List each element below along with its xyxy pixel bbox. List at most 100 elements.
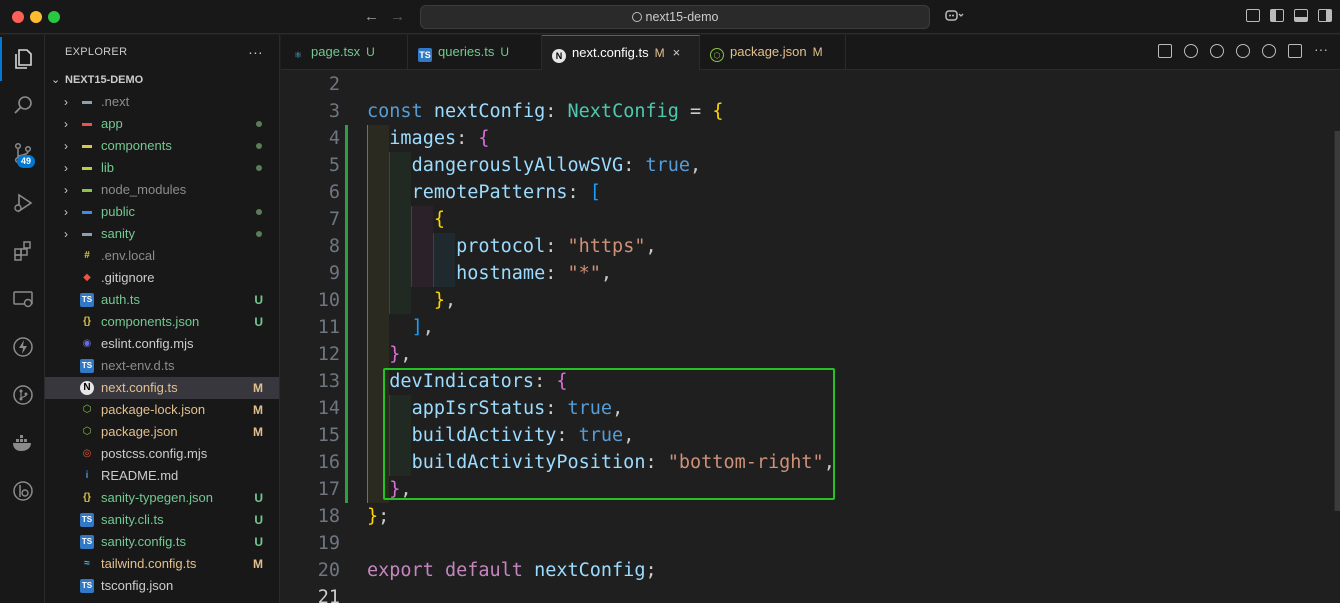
docker-icon[interactable] (0, 421, 45, 465)
workspace-root[interactable]: ⌄ NEXT15-DEMO (45, 69, 279, 91)
toggle-primary-sidebar-icon[interactable] (1270, 9, 1284, 22)
git-previous-change-icon[interactable] (1184, 44, 1198, 58)
git-status-badge: U (254, 315, 263, 329)
code-line[interactable]: 7 { (281, 206, 1340, 233)
git-graph-icon[interactable] (0, 373, 45, 417)
editor-tab-bar: ⚛ page.tsx U TS queries.ts U Nnext.config.ts… (281, 35, 1340, 70)
file-item[interactable]: TS auth.ts U (45, 289, 279, 311)
folder-item[interactable]: › ▬ components (45, 135, 279, 157)
code-line[interactable]: 10 }, (281, 287, 1340, 314)
folder-item[interactable]: › ▬ lib (45, 157, 279, 179)
file-item[interactable]: # .env.local (45, 245, 279, 267)
next-icon: N (552, 49, 566, 63)
code-text: dangerouslyAllowSVG: true, (367, 152, 702, 179)
file-item[interactable]: ◆ .gitignore (45, 267, 279, 289)
command-center-search[interactable]: next15-demo (420, 5, 930, 29)
chevron-right-icon: › (64, 117, 68, 131)
file-item[interactable]: {} components.json U (45, 311, 279, 333)
file-item[interactable]: ◎ postcss.config.mjs (45, 443, 279, 465)
code-line[interactable]: 3 const nextConfig: NextConfig = { (281, 98, 1340, 125)
file-item[interactable]: ≈ tailwind.config.ts M (45, 553, 279, 575)
line-number: 12 (317, 344, 340, 365)
git-next-change-icon[interactable] (1236, 44, 1250, 58)
git-commit-icon[interactable] (1210, 44, 1224, 58)
more-actions-icon[interactable]: ··· (1314, 42, 1328, 58)
file-name: package.json (101, 424, 178, 439)
workspace-name: NEXT15-DEMO (65, 74, 144, 86)
tab-next-config-ts[interactable]: Nnext.config.ts M × (542, 35, 700, 70)
folder-item[interactable]: › ▬ app (45, 113, 279, 135)
react-icon: ⚛ (293, 50, 303, 60)
code-line[interactable]: 5 dangerouslyAllowSVG: true, (281, 152, 1340, 179)
ts-icon: TS (80, 293, 94, 307)
file-item[interactable]: Nnext.config.ts M (45, 377, 279, 399)
code-editor[interactable]: 2 3 const nextConfig: NextConfig = {4 imag… (281, 71, 1340, 603)
forward-arrow-icon[interactable]: → (390, 8, 405, 25)
code-line[interactable]: 8 protocol: "https", (281, 233, 1340, 260)
code-line[interactable]: 18}; (281, 503, 1340, 530)
gitlens-icon[interactable] (0, 469, 45, 513)
file-item[interactable]: TS sanity.config.ts U (45, 531, 279, 553)
run-debug-icon[interactable] (0, 181, 45, 225)
json-icon: {} (83, 316, 91, 327)
folder-item[interactable]: › ▬ node_modules (45, 179, 279, 201)
code-line[interactable]: 9 hostname: "*", (281, 260, 1340, 287)
git-status-dot (256, 231, 262, 237)
explorer-icon[interactable] (0, 37, 45, 81)
file-item[interactable]: {} sanity-typegen.json U (45, 487, 279, 509)
split-editor-icon[interactable] (1288, 44, 1302, 58)
code-token: , (400, 344, 412, 365)
more-actions-button[interactable]: ··· (248, 35, 263, 69)
folder-item[interactable]: › ▬ .next (45, 91, 279, 113)
code-line[interactable]: 20 export default nextConfig; (281, 557, 1340, 584)
code-token: : (456, 128, 468, 149)
code-line[interactable]: 2 (281, 71, 1340, 98)
toggle-panel-icon[interactable] (1294, 9, 1308, 22)
tab-queries-ts[interactable]: TS queries.ts U (408, 35, 542, 70)
file-item[interactable]: TS sanity.cli.ts U (45, 509, 279, 531)
file-item[interactable]: ◉ eslint.config.mjs (45, 333, 279, 355)
chevron-right-icon: › (64, 161, 68, 175)
line-number: 6 (328, 182, 340, 203)
search-icon[interactable] (0, 83, 45, 127)
layout-customize-icon[interactable] (1246, 9, 1260, 22)
back-arrow-icon[interactable]: ← (364, 8, 379, 25)
file-name: sanity.cli.ts (101, 512, 164, 527)
toggle-secondary-sidebar-icon[interactable] (1318, 9, 1332, 22)
git-graph-action-icon[interactable] (1262, 44, 1276, 58)
code-line[interactable]: 19 (281, 530, 1340, 557)
thunder-client-icon[interactable] (0, 325, 45, 369)
close-icon[interactable]: × (673, 45, 681, 60)
compare-changes-icon[interactable] (1158, 44, 1172, 58)
code-line[interactable]: 4 images: { (281, 125, 1340, 152)
line-number: 13 (317, 371, 340, 392)
tab-page-tsx[interactable]: ⚛ page.tsx U (281, 35, 408, 70)
file-item[interactable]: i README.md (45, 465, 279, 487)
source-control-icon[interactable]: 49 (0, 131, 45, 175)
file-item[interactable]: ⬡ package.json M (45, 421, 279, 443)
code-line[interactable]: 11 ], (281, 314, 1340, 341)
minimize-window-button[interactable] (30, 11, 42, 23)
remote-explorer-icon[interactable] (0, 277, 45, 321)
code-token: const (367, 101, 423, 122)
file-item[interactable]: TS next-env.d.ts (45, 355, 279, 377)
code-line[interactable]: 6 remotePatterns: [ (281, 179, 1340, 206)
line-number: 17 (317, 479, 340, 500)
file-item[interactable]: ⬡ package-lock.json M (45, 399, 279, 421)
ts-icon: TS (80, 535, 94, 549)
folder-item[interactable]: › ▬ sanity (45, 223, 279, 245)
code-line[interactable]: 21 (281, 584, 1340, 603)
close-window-button[interactable] (12, 11, 24, 23)
file-item[interactable]: TS tsconfig.json (45, 575, 279, 597)
chevron-right-icon: › (64, 139, 68, 153)
zoom-window-button[interactable] (48, 11, 60, 23)
scrollbar[interactable] (1334, 131, 1340, 511)
copilot-icon[interactable] (944, 8, 964, 25)
tab-package-json[interactable]: ⬡ package.json M (700, 35, 846, 70)
extensions-icon[interactable] (0, 229, 45, 273)
file-tree: › ▬ .next › ▬ app › ▬ components › ▬ lib › ▬ node_modu… (45, 91, 279, 597)
code-line[interactable]: 12 }, (281, 341, 1340, 368)
tab-label: package.json (730, 44, 807, 59)
folder-item[interactable]: › ▬ public (45, 201, 279, 223)
line-number: 21 (317, 587, 340, 603)
